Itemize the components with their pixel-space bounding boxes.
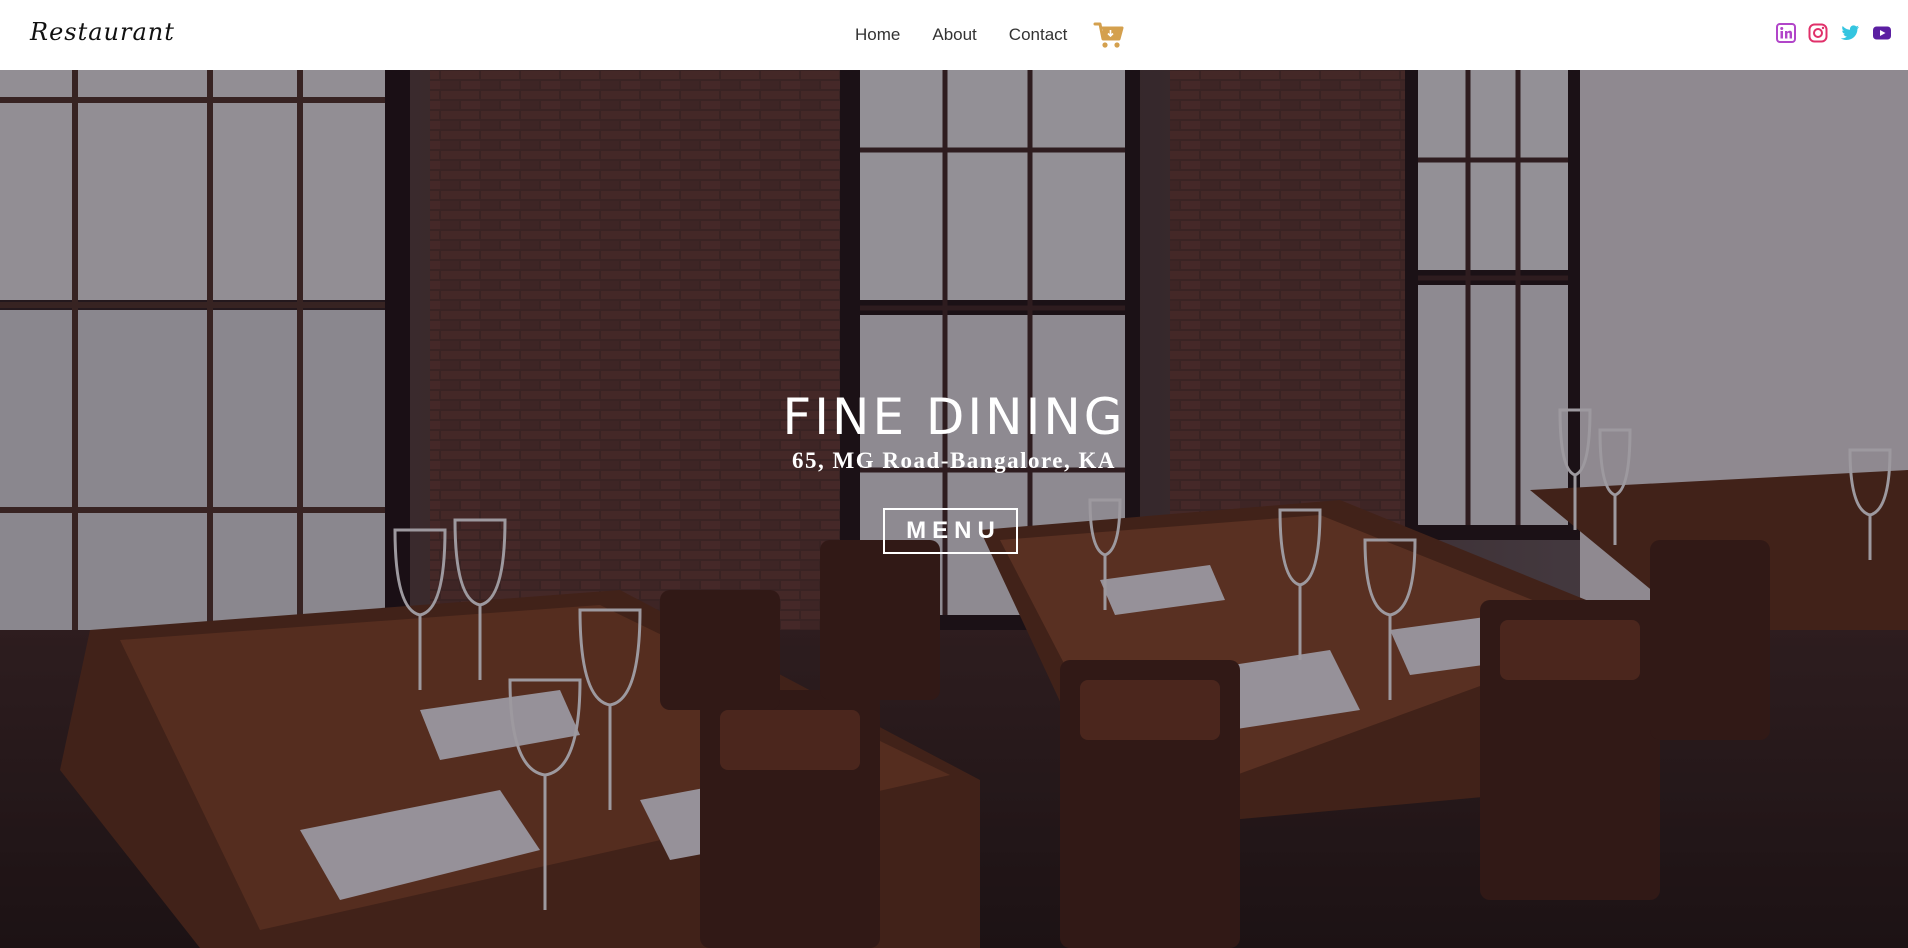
nav-link-contact[interactable]: Contact [1009,25,1068,45]
menu-button[interactable]: MENU [883,508,1018,554]
nav-links: Home About Contact [855,0,1125,70]
instagram-icon[interactable] [1808,23,1828,43]
hero-title: FINE DINING [782,388,1126,446]
twitter-icon[interactable] [1840,23,1860,43]
youtube-icon[interactable] [1872,23,1892,43]
hero-address: 65, MG Road-Bangalore, KA [792,448,1116,473]
social-links [1776,0,1908,66]
site-logo[interactable]: Restaurant [30,18,175,46]
nav-link-home[interactable]: Home [855,25,900,45]
nav-link-about[interactable]: About [932,25,976,45]
navbar: Restaurant Home About Contact [0,0,1908,70]
shopping-cart-icon[interactable] [1093,19,1125,51]
hero-section: FINE DINING 65, MG Road-Bangalore, KA ME… [0,70,1908,948]
linkedin-icon[interactable] [1776,23,1796,43]
